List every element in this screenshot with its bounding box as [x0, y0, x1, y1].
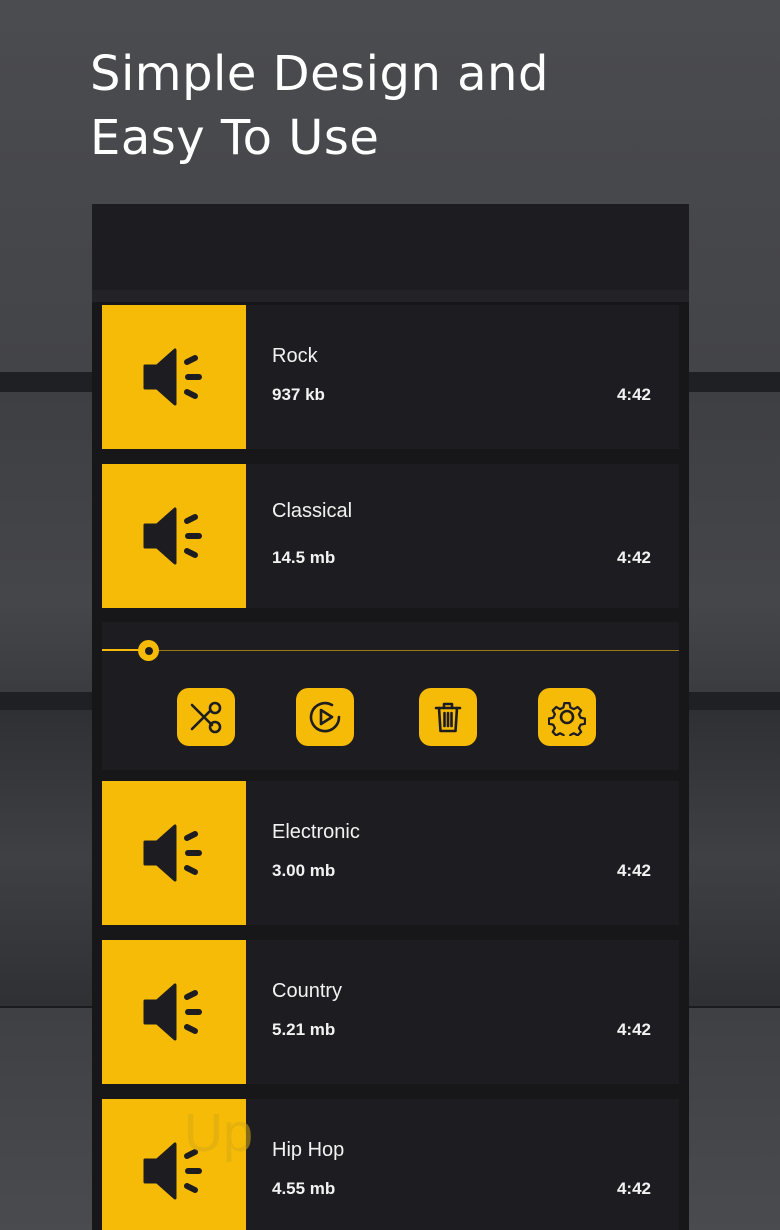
toolbar-divider — [92, 290, 689, 302]
track-name: Country — [272, 980, 343, 1002]
cut-icon — [190, 701, 222, 734]
track-thumbnail — [102, 464, 246, 608]
seek-handle[interactable] — [138, 640, 159, 661]
delete-button[interactable] — [419, 688, 477, 746]
speaker-icon — [143, 348, 202, 406]
speaker-icon — [143, 983, 202, 1041]
track-duration: 4:42 — [616, 548, 651, 567]
player-panel — [102, 622, 679, 770]
track-thumbnail — [102, 305, 246, 449]
track-name: Electronic — [272, 821, 360, 843]
track-size: 14.5 mb — [272, 548, 336, 567]
track-item-rock[interactable]: Rock 937 kb 4:42 — [102, 305, 679, 449]
track-item-country[interactable]: Country 5.21 mb 4:42 — [102, 940, 679, 1084]
gear-icon — [548, 702, 586, 736]
track-size: 937 kb — [272, 385, 325, 404]
headline-line-2: Easy To Use — [90, 110, 380, 166]
promo-headline: Simple Design and Easy To Use — [90, 42, 690, 170]
track-size: 3.00 mb — [272, 861, 336, 880]
track-item-classical[interactable]: Classical 14.5 mb 4:42 — [102, 464, 679, 608]
track-name: Classical — [272, 500, 353, 522]
play-icon — [309, 701, 341, 733]
track-duration: 4:42 — [616, 861, 651, 880]
track-thumbnail — [102, 781, 246, 925]
speaker-icon — [143, 824, 202, 882]
track-duration: 4:42 — [616, 385, 651, 404]
track-duration: 4:42 — [616, 1179, 651, 1198]
seek-track[interactable] — [102, 650, 679, 651]
cut-button[interactable] — [177, 688, 235, 746]
track-thumbnail — [102, 940, 246, 1084]
track-size: 4.55 mb — [272, 1179, 336, 1198]
track-duration: 4:42 — [616, 1020, 651, 1039]
track-item-electronic[interactable]: Electronic 3.00 mb 4:42 — [102, 781, 679, 925]
app-toolbar — [92, 204, 689, 290]
track-name: Rock — [272, 345, 318, 367]
watermark-text: Up — [184, 1103, 254, 1163]
settings-button[interactable] — [538, 688, 596, 746]
play-button[interactable] — [296, 688, 354, 746]
trash-icon — [434, 702, 462, 733]
speaker-icon — [143, 507, 202, 565]
track-name: Hip Hop — [272, 1139, 345, 1161]
phone-screen: Rock 937 kb 4:42 Classical 14.5 mb 4:42 — [92, 204, 689, 1230]
track-size: 5.21 mb — [272, 1020, 336, 1039]
headline-line-1: Simple Design and — [90, 46, 549, 102]
